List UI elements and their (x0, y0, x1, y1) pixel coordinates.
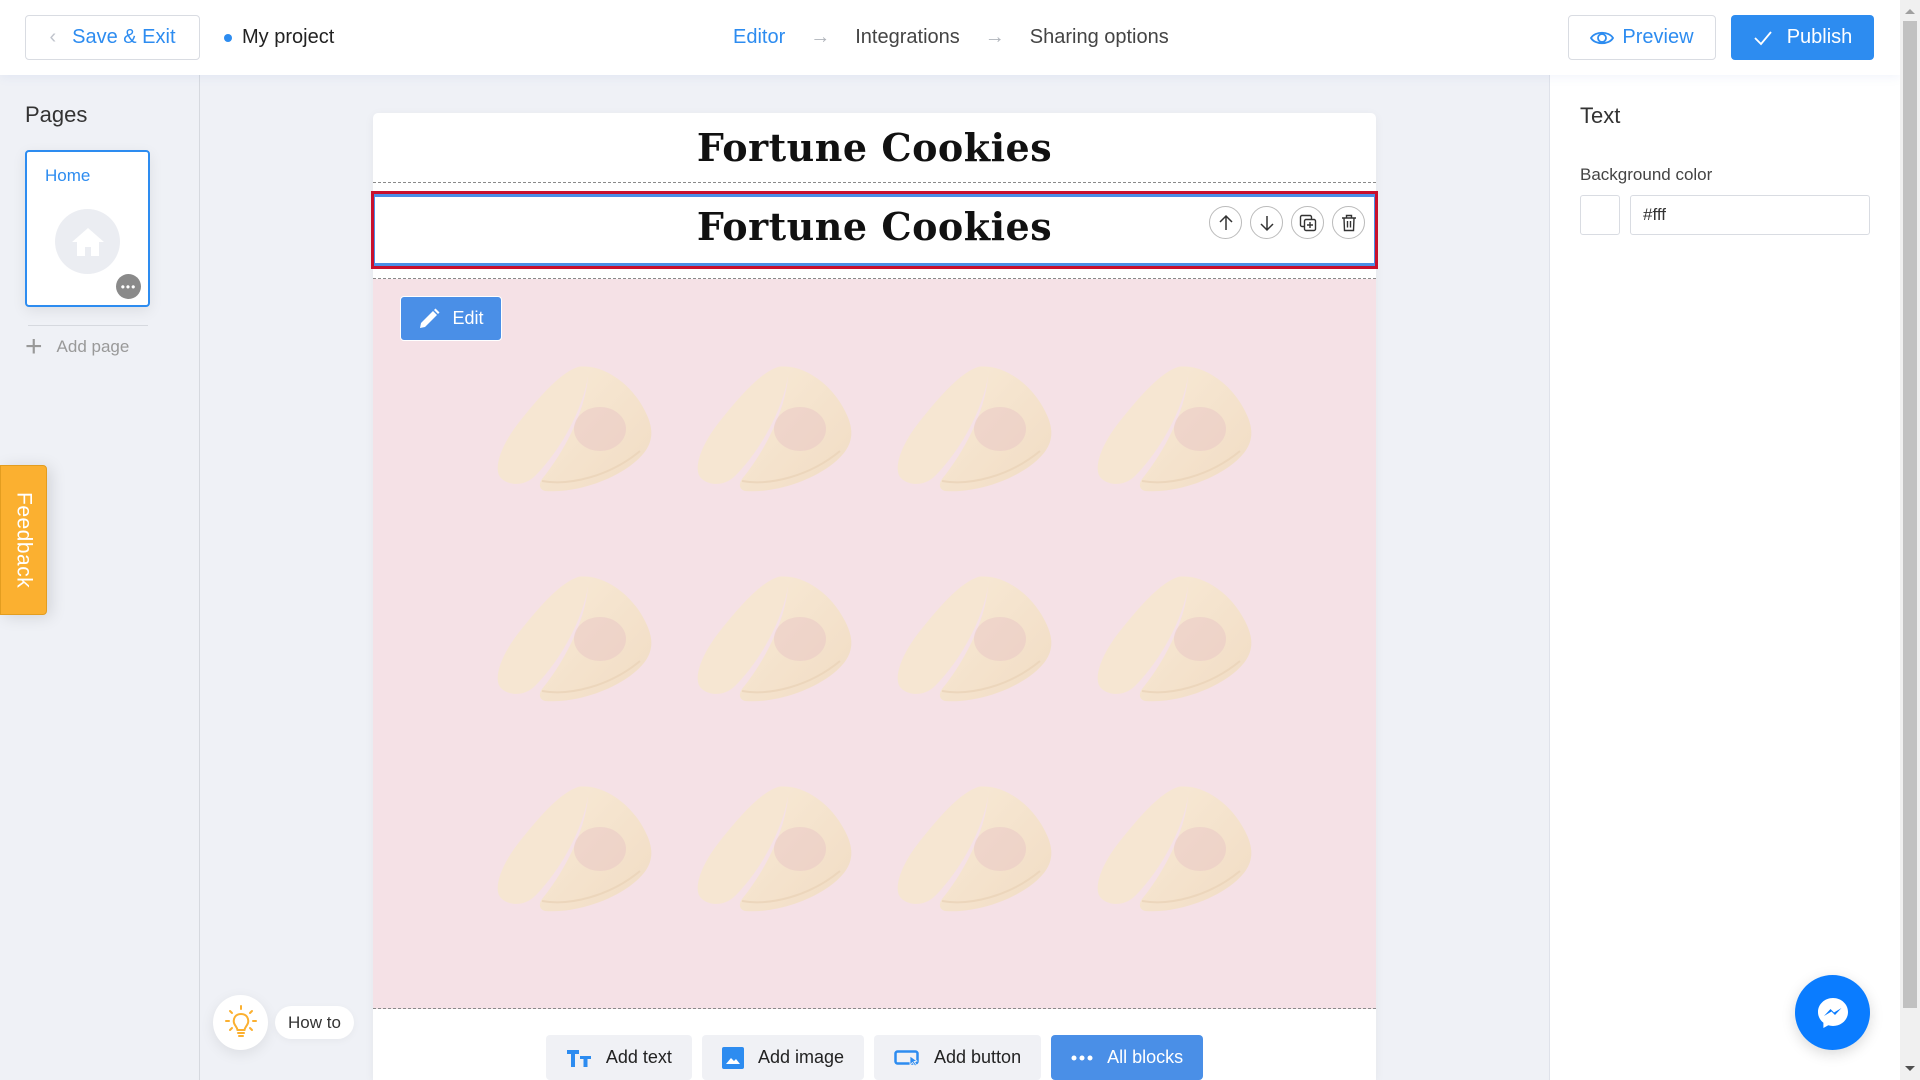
delete-button[interactable] (1332, 206, 1365, 239)
page-card-home[interactable]: Home ••• (25, 150, 150, 307)
fortune-cookie-image (1090, 561, 1260, 706)
text-icon (566, 1049, 591, 1067)
fortune-cookie-image (1090, 771, 1260, 916)
sidebar-divider (28, 325, 148, 326)
preview-button[interactable]: Preview (1568, 15, 1716, 60)
arrow-up-icon (1218, 214, 1233, 230)
step-integrations[interactable]: Integrations (855, 26, 960, 49)
project-name[interactable]: My project (224, 26, 334, 49)
feedback-tab[interactable]: Feedback (0, 465, 47, 615)
fortune-cookie-image (890, 351, 1060, 496)
publish-label: Publish (1786, 26, 1853, 48)
selected-text-block[interactable]: Fortune Cookies (371, 191, 1378, 269)
move-down-button[interactable] (1250, 206, 1283, 239)
arrow-down-icon (1259, 215, 1274, 231)
save-exit-button[interactable]: ‹ Save & Exit (25, 15, 200, 60)
properties-panel: Text Background color (1549, 75, 1900, 1080)
eye-icon (1590, 31, 1615, 44)
button-icon (894, 1049, 919, 1067)
fortune-cookie-image (490, 351, 660, 496)
fortune-cookie-image (890, 561, 1060, 706)
fortune-cookie-image (490, 771, 660, 916)
fortune-cookie-image (1090, 351, 1260, 496)
home-icon (55, 209, 120, 274)
more-icon (1071, 1055, 1093, 1060)
fortune-cookie-image (890, 771, 1060, 916)
all-blocks-button[interactable]: All blocks (1051, 1035, 1204, 1080)
messenger-icon (1817, 997, 1848, 1028)
add-page-button[interactable]: + Add page (25, 332, 129, 362)
fortune-cookie-image (690, 351, 860, 496)
add-image-button[interactable]: Add image (701, 1035, 864, 1080)
project-name-label: My project (242, 26, 335, 48)
step-sharing-options[interactable]: Sharing options (1030, 26, 1169, 49)
background-color-label: Background color (1580, 165, 1713, 184)
arrow-right-icon: → (810, 26, 831, 48)
arrow-right-icon: → (984, 26, 1005, 48)
how-to-button[interactable] (213, 995, 268, 1050)
panel-title: Text (1580, 103, 1621, 128)
status-dot-icon (224, 33, 232, 42)
scroll-down-icon[interactable] (1905, 1066, 1915, 1071)
add-button-button[interactable]: Add button (874, 1035, 1042, 1080)
page-canvas: Fortune Cookies Fortune Cookies Edit Add… (371, 113, 1378, 1080)
fortune-cookie-image (490, 561, 660, 706)
block-actions (1209, 206, 1365, 239)
chevron-left-icon: ‹ (49, 26, 57, 48)
save-exit-label: Save & Exit (72, 26, 176, 48)
page-scrollbar[interactable] (1900, 0, 1920, 1080)
add-page-label: Add page (56, 337, 130, 356)
pages-title: Pages (25, 102, 88, 127)
add-block-bar: Add text Add image Add button All blocks (373, 1035, 1376, 1080)
duplicate-icon (1299, 214, 1316, 231)
background-color-input[interactable] (1630, 195, 1870, 235)
pencil-icon (420, 308, 440, 328)
add-button-label: Add button (934, 1047, 1022, 1067)
image-icon (721, 1046, 744, 1069)
lightbulb-icon (224, 1004, 257, 1037)
color-swatch[interactable] (1580, 195, 1620, 235)
publish-button[interactable]: Publish (1731, 15, 1874, 60)
messenger-chat-button[interactable] (1795, 975, 1870, 1050)
add-text-button[interactable]: Add text (545, 1035, 692, 1080)
trash-icon (1341, 214, 1356, 231)
edit-label: Edit (452, 308, 484, 328)
page-name: Home (45, 166, 91, 185)
step-editor[interactable]: Editor (733, 26, 785, 49)
all-blocks-label: All blocks (1107, 1047, 1184, 1067)
add-image-label: Add image (757, 1047, 844, 1067)
fortune-cookie-image (690, 771, 860, 916)
edit-button[interactable]: Edit (400, 296, 502, 341)
move-up-button[interactable] (1209, 206, 1242, 239)
check-icon (1754, 30, 1772, 45)
top-header: ‹ Save & Exit My project Editor → Integr… (0, 0, 1900, 75)
text-block-title[interactable]: Fortune Cookies (373, 113, 1376, 183)
scroll-up-icon[interactable] (1905, 9, 1915, 14)
duplicate-button[interactable] (1291, 206, 1324, 239)
feedback-label: Feedback (12, 491, 36, 589)
step-navigation: Editor → Integrations → Sharing options (733, 26, 1169, 49)
preview-label: Preview (1622, 26, 1694, 48)
plus-icon: + (25, 330, 43, 363)
scrollbar-thumb[interactable] (1903, 21, 1917, 1008)
how-to-label[interactable]: How to (275, 1006, 354, 1039)
page-more-button[interactable]: ••• (116, 274, 141, 299)
hero-image-block[interactable]: Edit (373, 279, 1376, 1009)
fortune-cookie-image (690, 561, 860, 706)
add-text-label: Add text (605, 1047, 672, 1067)
